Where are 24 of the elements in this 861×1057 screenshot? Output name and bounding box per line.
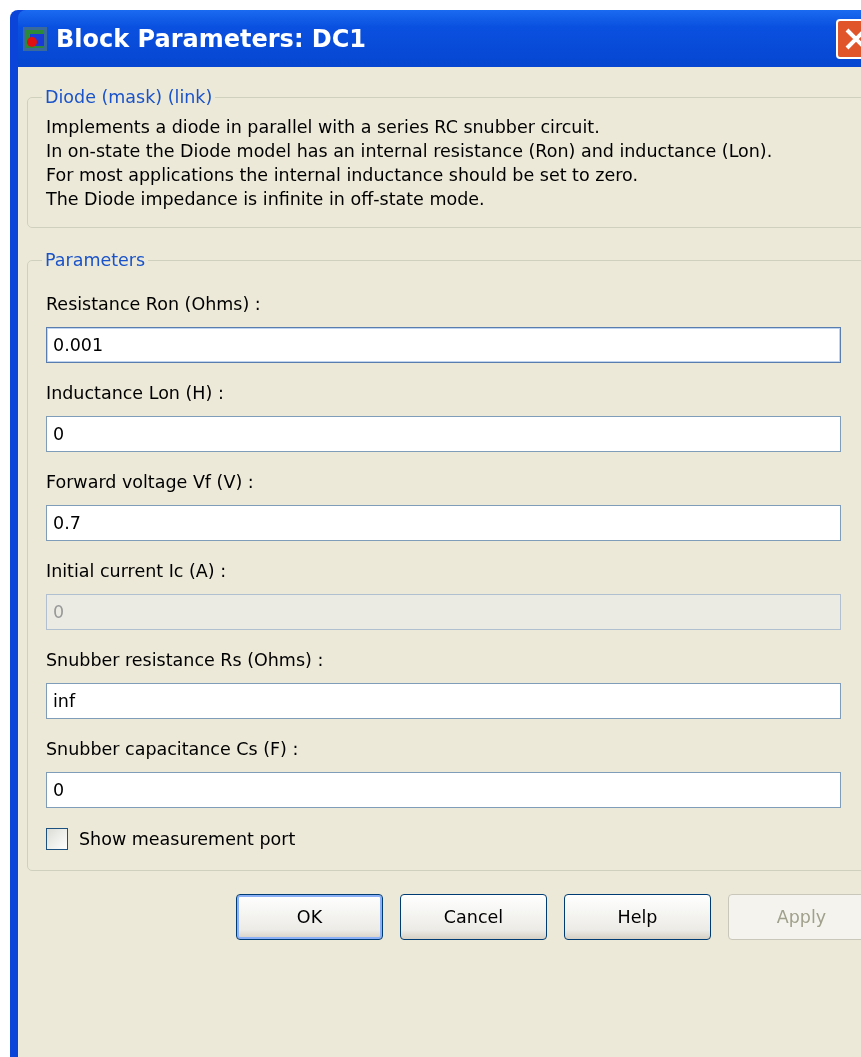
field-label: Initial current Ic (A) : bbox=[46, 560, 228, 583]
dialog-button[interactable]: Cancel bbox=[400, 894, 547, 940]
window-title: Block Parameters: DC1 bbox=[56, 24, 368, 53]
field-label: Resistance Ron (Ohms) : bbox=[46, 293, 262, 316]
description-text: Implements a diode in parallel with a series RC snubber circuit. bbox=[46, 116, 601, 139]
description-text: The Diode impedance is infinite in off-state mode. bbox=[46, 188, 486, 211]
input-field[interactable]: 0 bbox=[46, 772, 841, 808]
field-label: Snubber capacitance Cs (F) : bbox=[46, 738, 300, 761]
input-field[interactable]: 0 bbox=[46, 416, 841, 452]
field-label: Forward voltage Vf (V) : bbox=[46, 471, 255, 494]
input-field[interactable]: 0.001 bbox=[46, 327, 841, 363]
checkbox-label: Show measurement port bbox=[79, 829, 296, 849]
checkbox[interactable] bbox=[46, 828, 68, 850]
group-legend: Diode (mask) (link) bbox=[42, 87, 216, 107]
field-label: Snubber resistance Rs (Ohms) : bbox=[46, 649, 325, 672]
field-label: Inductance Lon (H) : bbox=[46, 382, 225, 405]
input-field[interactable]: 0.7 bbox=[46, 505, 841, 541]
description-text: For most applications the internal inductance should be set to zero. bbox=[46, 164, 639, 187]
default-button[interactable]: OK bbox=[236, 894, 383, 940]
description-text: In on-state the Diode model has an internal resistance (Ron) and inductance (Lon). bbox=[46, 140, 774, 163]
dialog-button[interactable]: Help bbox=[564, 894, 711, 940]
input-field[interactable]: inf bbox=[46, 683, 841, 719]
app-icon bbox=[22, 25, 48, 52]
group-legend: Parameters bbox=[42, 250, 149, 270]
